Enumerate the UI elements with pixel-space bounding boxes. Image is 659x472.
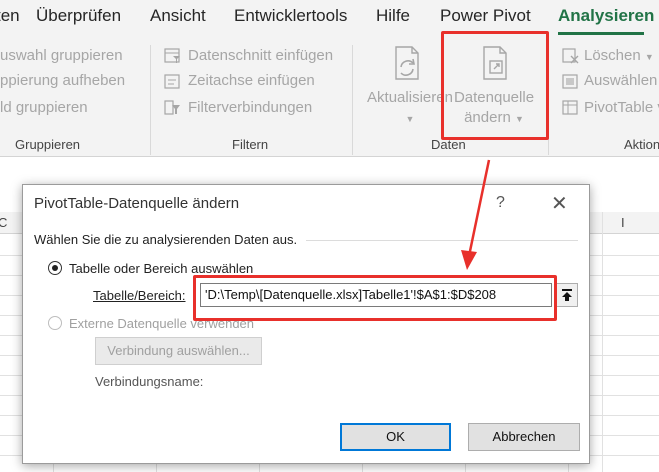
ribbon-tab-bar: ten Überprüfen Ansicht Entwicklertools H… [0, 0, 659, 37]
ungroup-button[interactable]: ppierung aufheben [0, 72, 125, 89]
group-label-filtern: Filtern [232, 137, 269, 152]
group-label-aktionen: Aktion [624, 137, 659, 152]
filter-connections-icon [164, 100, 180, 115]
group-selection-button[interactable]: uswahl gruppieren [0, 47, 123, 64]
close-button[interactable]: ✕ [551, 191, 568, 216]
chevron-down-icon: ▼ [405, 114, 415, 124]
highlight-box-change-source [441, 31, 549, 140]
chevron-down-icon: ▼ [644, 52, 654, 62]
dialog-prompt: Wählen Sie die zu analysierenden Daten a… [34, 232, 298, 247]
help-button[interactable]: ? [496, 194, 505, 212]
tab-partial[interactable]: ten [0, 6, 20, 26]
column-header-i[interactable]: I [621, 215, 625, 230]
radio-table-or-range[interactable] [48, 261, 62, 275]
collapse-dialog-button[interactable] [556, 283, 578, 307]
group-label-gruppieren: Gruppieren [15, 137, 81, 152]
tab-analysieren[interactable]: Analysieren [558, 6, 654, 26]
change-pivottable-data-source-dialog: PivotTable-Datenquelle ändern ? ✕ Wählen… [22, 184, 590, 464]
radio-external-source[interactable] [48, 316, 62, 330]
select-icon [562, 74, 578, 89]
group-separator [150, 45, 151, 155]
clear-icon [562, 48, 579, 64]
grid-column-line [602, 212, 603, 472]
tab-ueberpruefen[interactable]: Überprüfen [36, 6, 121, 26]
cancel-button[interactable]: Abbrechen [468, 423, 580, 451]
tab-power-pivot[interactable]: Power Pivot [440, 6, 531, 26]
clear-label: Löschen [584, 47, 641, 64]
insert-slicer-button[interactable]: Datenschnitt einfügen [188, 47, 333, 64]
column-header-c[interactable]: C [0, 215, 7, 230]
highlight-box-range-input [193, 275, 557, 321]
filter-connections-button[interactable]: Filterverbindungen [188, 99, 312, 116]
radio-table-or-range-label[interactable]: Tabelle oder Bereich auswählen [69, 261, 253, 276]
select-button[interactable]: Auswählen [584, 72, 657, 89]
move-pivottable-button[interactable]: PivotTable v [584, 99, 659, 116]
move-pivottable-icon [562, 100, 578, 115]
tab-ansicht[interactable]: Ansicht [150, 6, 206, 26]
clear-button[interactable]: Löschen ▼ [584, 47, 654, 64]
timeline-icon [164, 74, 180, 89]
upload-arrow-icon [562, 289, 572, 301]
tab-hilfe[interactable]: Hilfe [376, 6, 410, 26]
ok-button[interactable]: OK [340, 423, 451, 451]
insert-timeline-button[interactable]: Zeitachse einfügen [188, 72, 315, 89]
range-label: Tabelle/Bereich: [93, 288, 186, 303]
active-tab-indicator [558, 32, 644, 35]
refresh-icon [395, 46, 419, 80]
choose-connection-button[interactable]: Verbindung auswählen... [95, 337, 262, 365]
tab-entwicklertools[interactable]: Entwicklertools [234, 6, 347, 26]
group-separator [352, 45, 353, 155]
dialog-title: PivotTable-Datenquelle ändern [34, 195, 240, 212]
connection-name-label: Verbindungsname: [95, 374, 204, 389]
slicer-icon [164, 48, 180, 63]
group-field-button[interactable]: ld gruppieren [0, 99, 88, 116]
ribbon: uswahl gruppieren ppierung aufheben ld g… [0, 37, 659, 157]
fieldset-divider [306, 240, 578, 241]
